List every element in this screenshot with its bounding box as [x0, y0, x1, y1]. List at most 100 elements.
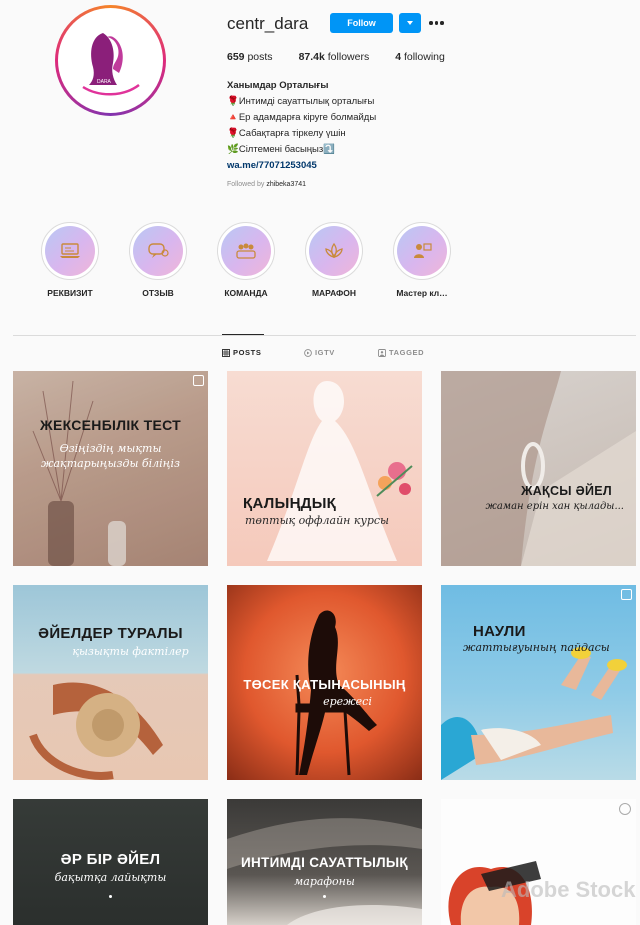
post-title: ӘР БІР ӘЙЕЛ — [60, 851, 161, 868]
active-tab-indicator — [222, 334, 264, 335]
follow-button[interactable]: Follow — [330, 13, 393, 33]
highlight-circle — [129, 222, 187, 280]
followed-user-link[interactable]: zhibeka3741 — [266, 181, 306, 188]
post-title: ҚАЛЫҢДЫҚ — [243, 495, 337, 512]
post-tile[interactable]: ӘР БІР ӘЙЕЛ бақытқа лайықты — [13, 799, 208, 925]
igtv-icon — [304, 348, 312, 357]
post-subtitle: төптық оффлайн курсы — [245, 514, 390, 527]
tab-igtv[interactable]: IGTV — [304, 348, 335, 357]
post-subtitle: жаман ерін хан қылады... — [485, 501, 624, 512]
post-title: ЖЕКСЕНБІЛІК ТЕСТ — [39, 417, 181, 433]
following-label: following — [403, 51, 445, 63]
post-tile[interactable]: ӘЙЕЛДЕР ТУРАЛЫ қызықты фактілер — [13, 585, 208, 780]
more-options-button[interactable] — [429, 17, 445, 29]
bio-line: 🌿Сілтемені басыңыз⤵️ — [227, 144, 336, 155]
profile-bio: Ханымдар Орталығы 🌹Интимді сауаттылық ор… — [227, 78, 376, 174]
post-title: НАУЛИ — [473, 623, 526, 640]
posts-stat: 659 posts — [227, 51, 273, 63]
dara-logo-icon: DARA — [81, 32, 140, 95]
woman-hat-icon — [29, 682, 163, 780]
highlight-otzyv[interactable]: ОТЗЫВ — [113, 222, 203, 298]
dot-icon — [323, 895, 326, 898]
woman-legs-icon — [441, 647, 627, 780]
post-subtitle: ережесі — [323, 695, 372, 708]
post-title: ИНТИМДІ САУАТТЫЛЫҚ — [241, 855, 408, 870]
highlight-label: МАРАФОН — [311, 288, 357, 298]
highlight-label: РЕКВИЗИТ — [47, 288, 93, 298]
tabs-divider — [13, 335, 636, 336]
followers-stat[interactable]: 87.4k followers — [299, 51, 370, 63]
posts-count: 659 — [227, 51, 245, 63]
following-stat[interactable]: 4 following — [395, 51, 445, 63]
highlight-cover — [309, 226, 359, 276]
avatar-inner: DARA — [58, 8, 163, 113]
avatar-text: DARA — [97, 79, 112, 85]
post-tile[interactable]: ИНТИМДІ САУАТТЫЛЫҚ марафоны — [227, 799, 422, 925]
dot-icon — [109, 895, 112, 898]
posts-label: posts — [247, 51, 273, 63]
watermark-text: Adobe Stock — [501, 877, 636, 902]
highlight-cover — [133, 226, 183, 276]
tab-label: POSTS — [233, 348, 262, 357]
bio-line: 🌹Сабақтарға тіркелу үшін — [227, 128, 346, 139]
post-tile[interactable]: НАУЛИ жаттығуының пайдасы — [441, 585, 636, 780]
tab-label: IGTV — [315, 348, 335, 357]
profile-avatar[interactable]: DARA — [55, 5, 166, 116]
tab-tagged[interactable]: TAGGED — [378, 348, 424, 357]
post-subtitle: қызықты фактілер — [72, 645, 189, 658]
laptop-icon — [60, 243, 80, 258]
post-title: ЖАҚСЫ ӘЙЕЛ — [521, 484, 612, 498]
chat-bubble-icon — [148, 243, 169, 258]
illustration-woman-icon — [448, 861, 541, 925]
carousel-icon — [193, 375, 204, 386]
profile-stats: 659 posts 87.4k followers 4 following — [227, 51, 445, 63]
post-tile[interactable]: Adobe Stock — [441, 799, 636, 925]
followers-count: 87.4k — [298, 51, 325, 63]
highlight-circle — [41, 222, 99, 280]
highlight-label: ОТЗЫВ — [142, 288, 174, 298]
highlight-cover — [221, 226, 271, 276]
grid-icon — [222, 348, 230, 357]
profile-username: centr_dara — [227, 14, 309, 33]
bio-link[interactable]: wa.me/77071253045 — [227, 158, 376, 174]
post-tile[interactable]: ЖЕКСЕНБІЛІК ТЕСТ Өзіңіздің мықты жақтары… — [13, 371, 208, 566]
bride-silhouette-icon — [267, 381, 413, 561]
add-icon — [619, 803, 631, 815]
post-tile[interactable]: ТӨСЕК ҚАТЫНАСЫНЫҢ ережесі — [227, 585, 422, 780]
team-icon — [236, 243, 256, 259]
post-title: ТӨСЕК ҚАТЫНАСЫНЫҢ — [243, 677, 406, 692]
carousel-icon — [621, 589, 632, 600]
post-subtitle: марафоны — [294, 875, 355, 888]
highlight-circle — [393, 222, 451, 280]
tagged-icon — [378, 348, 386, 357]
highlight-circle — [305, 222, 363, 280]
followed-by: Followed by zhibeka3741 — [227, 181, 306, 188]
suggestions-dropdown-button[interactable] — [399, 13, 421, 33]
post-tile[interactable]: ҚАЛЫҢДЫҚ төптық оффлайн курсы — [227, 371, 422, 566]
bio-line: 🌹Интимді сауаттылық орталығы — [227, 96, 375, 107]
highlight-circle — [217, 222, 275, 280]
highlight-rekvizit[interactable]: РЕКВИЗИТ — [25, 222, 115, 298]
lotus-icon — [325, 242, 343, 259]
tab-label: TAGGED — [389, 348, 425, 357]
post-subtitle: бақытқа лайықты — [54, 871, 167, 884]
highlight-master-class[interactable]: Мастер кл… — [377, 222, 467, 298]
post-title: ӘЙЕЛДЕР ТУРАЛЫ — [38, 625, 183, 642]
highlight-label: КОМАНДА — [224, 288, 268, 298]
post-tile[interactable]: ЖАҚСЫ ӘЙЕЛ жаман ерін хан қылады... — [441, 371, 636, 566]
tab-posts[interactable]: POSTS — [222, 348, 261, 357]
dot-icon — [434, 21, 438, 25]
dot-icon — [440, 21, 444, 25]
highlight-cover — [45, 226, 95, 276]
highlight-cover — [397, 226, 447, 276]
dot-icon — [429, 21, 433, 25]
following-count: 4 — [395, 51, 402, 63]
highlight-label: Мастер кл… — [396, 288, 448, 298]
followed-prefix: Followed by — [227, 181, 265, 188]
caret-down-icon — [407, 21, 413, 25]
highlight-marafon[interactable]: МАРАФОН — [289, 222, 379, 298]
post-subtitle: Өзіңіздің мықты жақтарыңызды біліңіз — [40, 442, 181, 470]
woman-earring-icon — [441, 371, 636, 566]
highlight-komanda[interactable]: КОМАНДА — [201, 222, 291, 298]
flowers-icon — [376, 462, 413, 497]
